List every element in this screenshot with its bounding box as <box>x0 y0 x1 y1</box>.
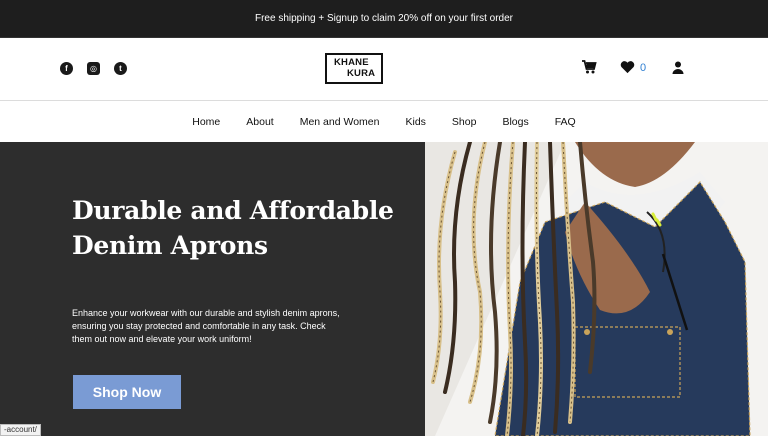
instagram-icon[interactable]: ◎ <box>87 62 100 75</box>
site-logo[interactable]: KHANE KURA <box>325 53 383 84</box>
cart-icon[interactable] <box>581 59 597 75</box>
browser-status-url: -account/ <box>0 424 41 436</box>
nav-item-about[interactable]: About <box>246 116 273 128</box>
hero-description: Enhance your workwear with our durable a… <box>72 308 340 344</box>
nav-item-kids[interactable]: Kids <box>405 116 425 128</box>
wishlist-heart-icon[interactable] <box>620 60 635 74</box>
nav-item-shop[interactable]: Shop <box>452 116 477 128</box>
nav-item-home[interactable]: Home <box>192 116 220 128</box>
social-links: f ◎ t <box>60 62 127 75</box>
logo-line-2: KURA <box>347 67 376 79</box>
shop-now-button[interactable]: Shop Now <box>73 375 181 409</box>
nav-item-men-and-women[interactable]: Men and Women <box>300 116 380 128</box>
site-header: f ◎ t KHANE KURA 0 <box>0 38 768 101</box>
facebook-icon[interactable]: f <box>60 62 73 75</box>
announcement-text: Free shipping + Signup to claim 20% off … <box>254 13 513 24</box>
wishlist-count: 0 <box>640 62 647 74</box>
logo-line-1: KHANE <box>334 57 369 68</box>
twitter-icon[interactable]: t <box>114 62 127 75</box>
nav-item-blogs[interactable]: Blogs <box>502 116 528 128</box>
main-nav: Home About Men and Women Kids Shop Blogs… <box>0 102 768 142</box>
account-user-icon[interactable] <box>672 61 684 74</box>
hero-photo-illustration <box>425 142 768 436</box>
hero-title: Durable and Affordable Denim Aprons <box>72 196 394 260</box>
hero-image <box>425 142 768 436</box>
announcement-bar: Free shipping + Signup to claim 20% off … <box>0 0 768 38</box>
hero-text-panel: Durable and Affordable Denim Aprons Enha… <box>0 142 425 436</box>
nav-item-faq[interactable]: FAQ <box>555 116 576 128</box>
